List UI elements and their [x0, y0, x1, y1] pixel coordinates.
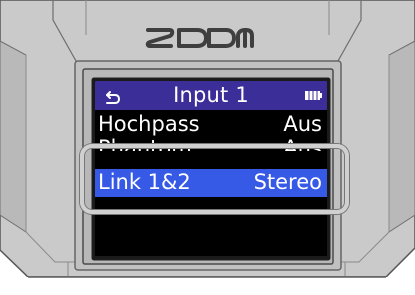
- menu-row-value: Aus: [283, 112, 322, 136]
- menu-row-label: Hochpass: [98, 112, 200, 136]
- screen-title-bar: Input 1: [95, 81, 327, 110]
- battery-full-icon: [305, 91, 322, 100]
- menu-row-hochpass[interactable]: Hochpass Aus: [95, 110, 327, 141]
- selection-highlight-frame: [80, 144, 349, 214]
- zoom-logo: [145, 28, 254, 48]
- screen-title: Input 1: [173, 83, 249, 107]
